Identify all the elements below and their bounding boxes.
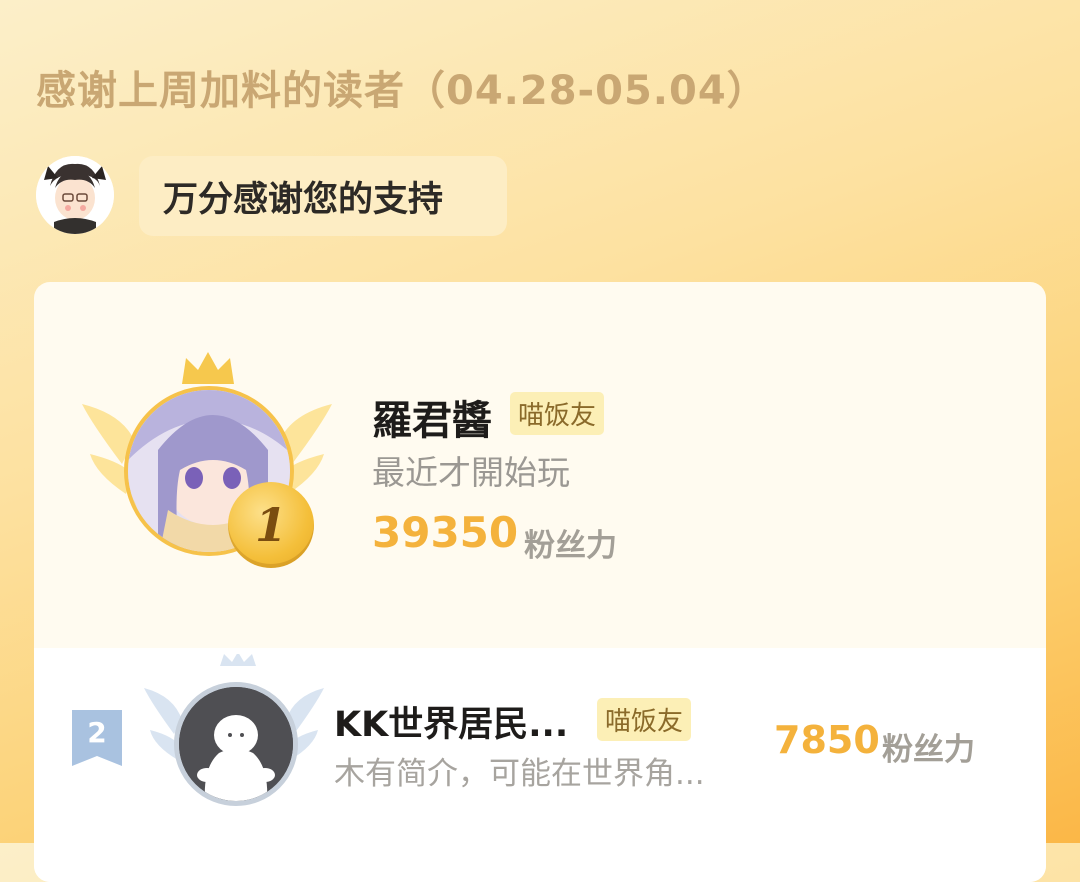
- rank-1-medal: 1: [228, 482, 314, 568]
- rank-1-bio: 最近才開始玩: [372, 453, 570, 492]
- rank-2-flag: 2: [72, 710, 122, 766]
- rank-2-tag: 喵饭友: [597, 698, 692, 741]
- rank-2-number: 2: [87, 716, 107, 749]
- rank-2-score: 7850: [774, 718, 880, 762]
- rank-2-score-unit: 粉丝力: [882, 732, 975, 768]
- thanks-message: 万分感谢您的支持: [163, 179, 444, 220]
- crown-icon: [182, 352, 234, 384]
- rank-1-avatar-frame[interactable]: 1: [82, 344, 332, 584]
- rank-1-score-unit: 粉丝力: [524, 528, 617, 564]
- rank-2-name[interactable]: KK世界居民...: [334, 696, 568, 747]
- rank-2-bio: 木有简介，可能在世界角...: [334, 756, 705, 792]
- mascot-avatar-icon: [36, 156, 114, 234]
- default-avatar-icon: [179, 687, 293, 801]
- ranking-card: 1 羅君醬 喵饭友 最近才開始玩 39350 粉丝力 2 KK世界居民... 喵…: [34, 282, 1046, 882]
- page-title: 感谢上周加料的读者（04.28-05.04）: [36, 68, 768, 114]
- mascot-avatar: [36, 156, 114, 234]
- rank-2-avatar-frame[interactable]: [144, 654, 324, 814]
- thanks-bubble: 万分感谢您的支持: [139, 156, 507, 236]
- rank-1-name[interactable]: 羅君醬: [372, 388, 492, 446]
- rank-1-score: 39350: [372, 508, 519, 557]
- user-avatar: [174, 682, 298, 806]
- rank-1-tag: 喵饭友: [510, 392, 605, 435]
